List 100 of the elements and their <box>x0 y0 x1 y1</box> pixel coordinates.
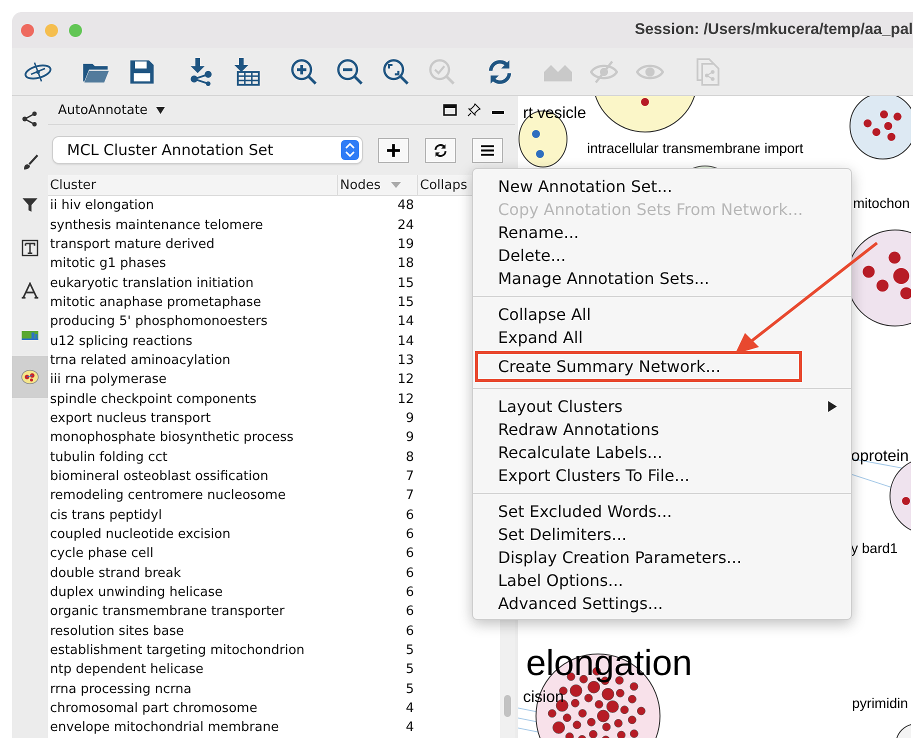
table-cell-text: 18 <box>396 256 415 272</box>
zoom-out-icon[interactable] <box>336 58 364 86</box>
table-cell-text: export nucleus transport <box>49 410 212 426</box>
network-icon <box>21 110 39 128</box>
table-cell-text: monophosphate biosynthetic process <box>49 430 295 446</box>
table-cell-text: 19 <box>396 236 415 252</box>
table-cell-text: envelope mitochondrial membrane <box>49 720 280 736</box>
table-cell-text: 5 <box>404 662 415 678</box>
table-cell-text: 15 <box>396 276 415 291</box>
table-cell-text: iii rna polymerase <box>49 372 168 388</box>
filter-icon <box>21 196 39 214</box>
table-cell-text: 6 <box>404 566 415 581</box>
cluster-label: mitochon <box>853 196 910 210</box>
table-cell-text: 6 <box>404 624 415 639</box>
table-cell-text: 24 <box>396 218 415 233</box>
table-cell-text: tubulin folding cct <box>49 450 168 465</box>
menu-item[interactable]: Rename... <box>473 221 851 244</box>
menu-button[interactable] <box>472 138 503 162</box>
table-cell-text: biomineral osteoblast ossification <box>49 468 270 484</box>
table-cell-text: spindle checkpoint components <box>49 392 258 407</box>
table-cell-text: 12 <box>396 392 415 407</box>
table-cell-text: ii hiv elongation <box>49 198 155 214</box>
table-cell-text: transport mature derived <box>49 236 216 252</box>
table-cell-text: 9 <box>404 430 415 446</box>
table-cell-text: 14 <box>396 334 415 349</box>
refresh-button[interactable] <box>425 138 456 162</box>
menu-item[interactable]: Collapse All <box>473 303 851 326</box>
menu-item[interactable]: Advanced Settings... <box>473 592 851 615</box>
import-table-icon[interactable] <box>232 58 260 86</box>
column-header[interactable]: Nodes <box>338 175 418 195</box>
table-cell-text: rrna processing ncrna <box>49 682 192 697</box>
cluster-icon <box>21 368 39 386</box>
zoom-in-icon[interactable] <box>290 58 318 86</box>
table-cell-text: duplex unwinding helicase <box>49 585 224 600</box>
table-cell-text: 5 <box>404 682 415 697</box>
table-cell-text: resolution sites base <box>49 624 186 639</box>
refresh-icon <box>433 142 448 158</box>
table-cell-text: 6 <box>404 527 415 542</box>
menu-item[interactable]: Display Creation Parameters... <box>473 546 851 569</box>
table-cell-text: 8 <box>404 450 415 465</box>
table-cell-text: 6 <box>404 585 415 600</box>
table-cell-text: synthesis maintenance telomere <box>49 218 264 233</box>
table-cell-text: mitotic anaphase prometaphase <box>49 294 262 310</box>
table-cell-text: 13 <box>396 352 415 368</box>
menu-icon <box>480 142 495 158</box>
float-icon[interactable] <box>443 103 457 117</box>
menu-item[interactable]: Export Clusters To File... <box>473 464 851 487</box>
table-cell-text: coupled nucleotide excision <box>49 527 232 542</box>
panel-title[interactable]: AutoAnnotate <box>58 102 148 118</box>
cluster-label: pyrimidin <box>852 696 908 710</box>
refresh-icon[interactable] <box>486 58 514 86</box>
table-cell-text: 15 <box>396 294 415 310</box>
table-cell-text: 4 <box>404 720 415 736</box>
window-title: Session: /Users/mkucera/temp/aa_pal <box>634 21 913 39</box>
menu-item[interactable]: Layout Clusters <box>473 395 851 418</box>
table-cell-text: 7 <box>404 488 415 504</box>
menu-item[interactable]: Set Excluded Words... <box>473 500 851 523</box>
menu-item[interactable]: Manage Annotation Sets... <box>473 267 851 290</box>
table-cell-text: remodeling centromere nucleosome <box>49 488 287 504</box>
table-cell-text: 6 <box>404 604 415 620</box>
menu-item[interactable]: Recalculate Labels... <box>473 441 851 464</box>
table-cell-text: 5 <box>404 643 415 658</box>
cluster-label: oprotein <box>851 449 909 465</box>
menu-item[interactable]: Redraw Annotations <box>473 418 851 441</box>
brush-icon <box>21 153 39 171</box>
table-cell-text: cis trans peptidyl <box>49 508 163 523</box>
table-cell-text: organic transmembrane transporter <box>49 604 286 620</box>
pin-icon[interactable] <box>467 103 481 117</box>
scrollbar-thumb[interactable] <box>504 695 511 717</box>
table-cell-text: 6 <box>404 546 415 562</box>
caret-icon[interactable] <box>156 106 165 114</box>
plus-icon <box>386 142 401 158</box>
table-cell-text: 4 <box>404 701 415 716</box>
stepper-icon <box>341 140 359 160</box>
add-button[interactable] <box>378 138 409 162</box>
table-cell-text: 12 <box>396 372 415 388</box>
letter-icon <box>21 282 39 300</box>
table-cell-text: double strand break <box>49 566 182 581</box>
table-cell-text: 7 <box>404 468 415 484</box>
table-cell-text: producing 5' phosphomonoesters <box>49 314 269 330</box>
menu-item[interactable]: Create Summary Network... <box>475 351 802 382</box>
table-cell-text: establishment targeting mitochondrion <box>49 643 306 658</box>
cluster-label: intracellular transmembrane import <box>587 141 804 155</box>
save-icon[interactable] <box>128 58 156 86</box>
table-cell-text: mitotic g1 phases <box>49 256 167 272</box>
zoom-fit-icon[interactable] <box>382 58 410 86</box>
table-cell-text: 6 <box>404 508 415 523</box>
menu-item[interactable]: Expand All <box>473 326 851 349</box>
menu-item[interactable]: Delete... <box>473 244 851 267</box>
table-cell-text: eukaryotic translation initiation <box>49 276 255 291</box>
text-box-icon <box>21 239 39 257</box>
table-cell-text: ntp dependent helicase <box>49 662 205 678</box>
menu-item[interactable]: Set Delimiters... <box>473 523 851 546</box>
column-header[interactable]: Cluster <box>48 175 338 195</box>
table-cell-text: chromosomal part chromosome <box>49 701 258 716</box>
annotation-set-dropdown[interactable]: MCL Cluster Annotation Set <box>53 137 362 163</box>
table-cell-text: cycle phase cell <box>49 546 154 562</box>
table-cell-text: trna related aminoacylation <box>49 352 232 368</box>
menu-item[interactable]: Label Options... <box>473 569 851 592</box>
table-cell-text: u12 splicing reactions <box>49 334 194 349</box>
